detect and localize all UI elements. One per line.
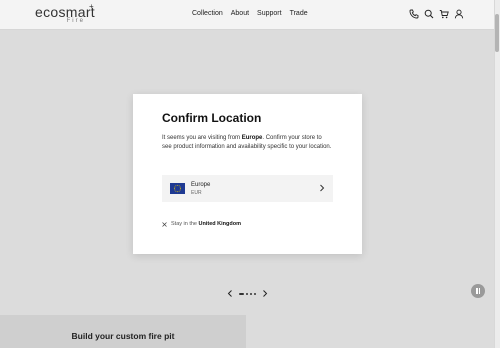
modal-title: Confirm Location — [162, 111, 262, 125]
promo-card[interactable]: Build your custom fire pit — [0, 315, 246, 348]
nav-item-collection[interactable]: Collection — [192, 10, 223, 17]
scrollbar[interactable] — [494, 0, 500, 348]
promo-title: Build your custom fire pit — [71, 331, 175, 341]
carousel-next-button[interactable] — [262, 290, 268, 297]
carousel-dot[interactable] — [239, 292, 244, 295]
modal-desc-prefix: It seems you are visiting from — [162, 135, 242, 141]
stay-country: United Kingdom — [198, 221, 241, 227]
carousel-pause-button[interactable] — [471, 284, 485, 298]
stay-prefix: Stay in the — [171, 221, 199, 227]
cart-icon[interactable] — [439, 9, 449, 19]
eu-flag-icon — [170, 183, 185, 194]
region-currency: EUR — [191, 190, 202, 196]
main-nav: Collection About Support Trade — [192, 10, 308, 17]
nav-item-trade[interactable]: Trade — [290, 10, 308, 17]
stay-text: Stay in the United Kingdom — [171, 221, 241, 227]
region-option-europe[interactable]: Europe EUR — [162, 175, 333, 202]
close-icon — [162, 221, 167, 227]
carousel-dots — [239, 292, 256, 295]
confirm-location-modal: Confirm Location It seems you are visiti… — [133, 94, 362, 254]
phone-icon[interactable] — [409, 9, 419, 19]
scrollbar-thumb[interactable] — [495, 14, 499, 52]
site-header: ecosmart + Fire Collection About Support… — [0, 0, 494, 30]
ecosmart-logo[interactable]: ecosmart + Fire — [35, 2, 95, 24]
chevron-right-icon — [318, 184, 326, 192]
region-name: Europe — [191, 182, 211, 188]
carousel-dot[interactable] — [250, 292, 252, 295]
header-actions — [409, 9, 464, 19]
carousel-dot[interactable] — [254, 292, 256, 295]
carousel-prev-button[interactable] — [227, 290, 233, 297]
logo-wordmark: ecosmart — [35, 4, 95, 20]
user-icon[interactable] — [454, 9, 464, 19]
nav-item-support[interactable]: Support — [257, 10, 282, 17]
modal-desc-region: Europe — [241, 135, 263, 141]
stay-in-uk-link[interactable]: Stay in the United Kingdom — [162, 221, 241, 227]
nav-item-about[interactable]: About — [231, 10, 249, 17]
logo-plus-mark: + — [89, 2, 94, 11]
search-icon[interactable] — [424, 9, 434, 19]
modal-description: It seems you are visiting from Europe. C… — [162, 134, 332, 151]
carousel-dot[interactable] — [246, 292, 248, 295]
hero-carousel-controls — [227, 290, 268, 297]
